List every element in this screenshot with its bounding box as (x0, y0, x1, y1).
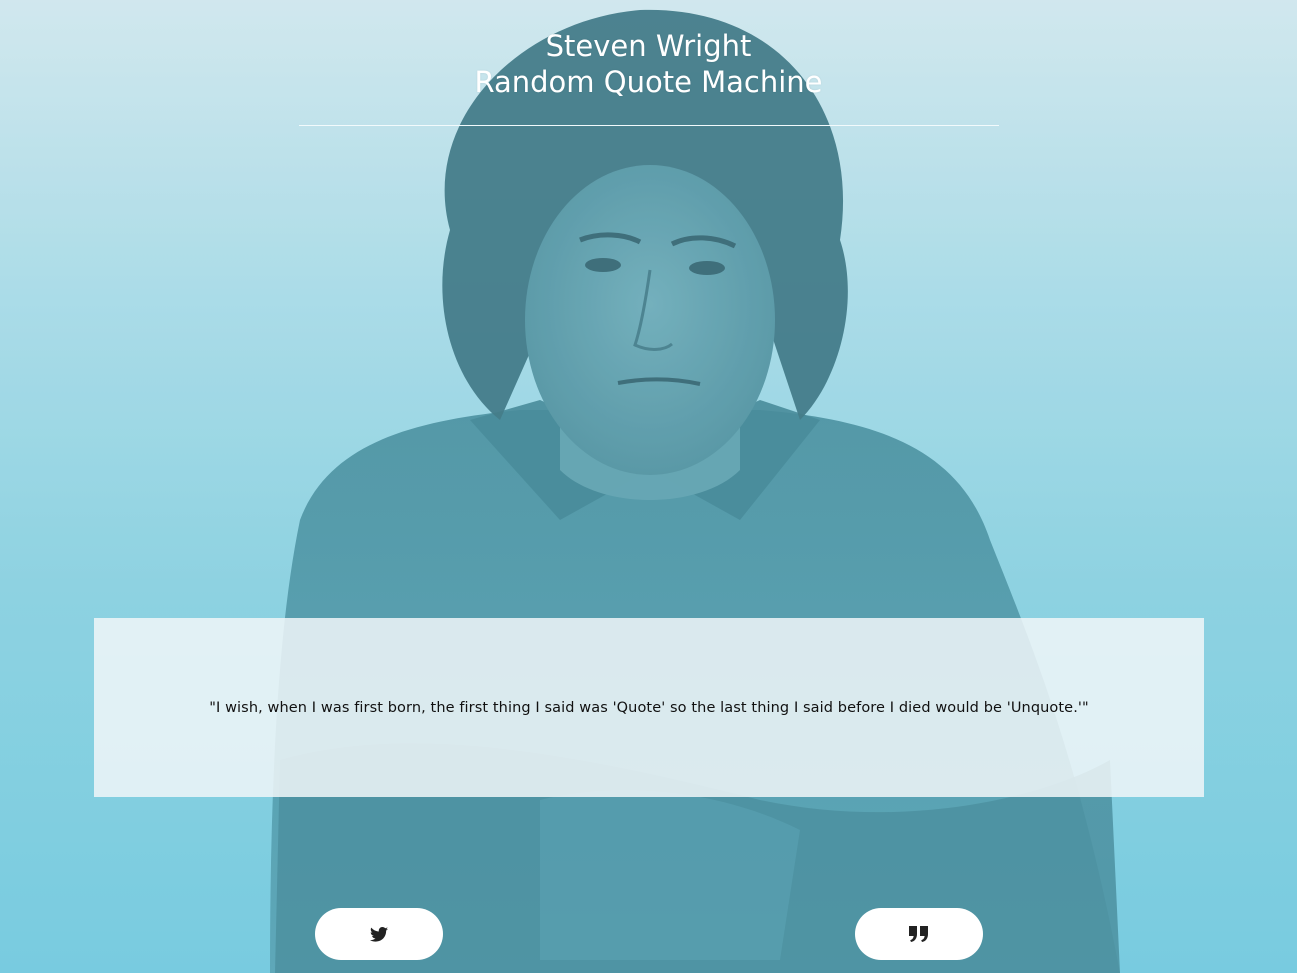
tweet-button[interactable] (315, 908, 443, 960)
title-line-subtitle: Random Quote Machine (474, 65, 823, 99)
twitter-icon (370, 926, 388, 942)
quote-icon (909, 926, 929, 942)
page-title: Steven Wright Random Quote Machine (0, 28, 1297, 100)
quote-box: "I wish, when I was first born, the firs… (94, 618, 1204, 797)
portrait-background-image (0, 0, 1297, 973)
title-line-name: Steven Wright (545, 29, 752, 63)
header-divider (299, 125, 999, 126)
new-quote-button[interactable] (855, 908, 983, 960)
quote-text: "I wish, when I was first born, the firs… (209, 699, 1089, 716)
